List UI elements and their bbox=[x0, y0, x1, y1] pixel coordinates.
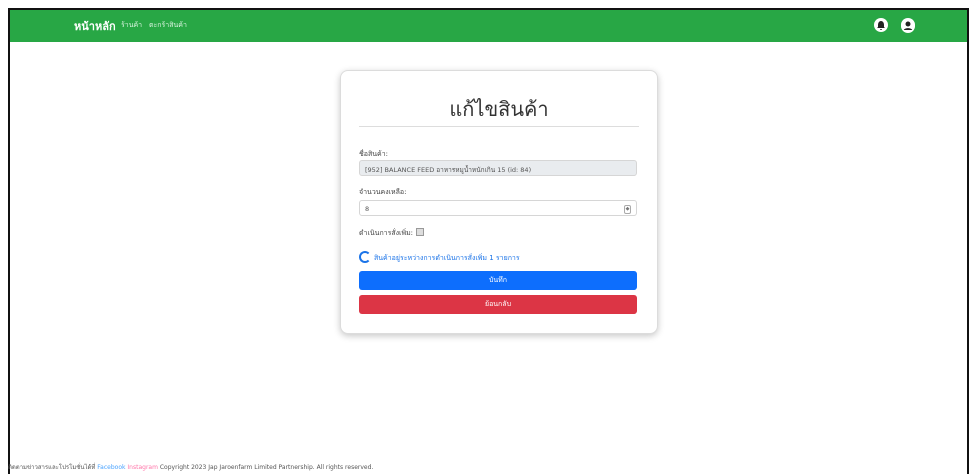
nav-shop-link[interactable]: ร้านค้า bbox=[121, 20, 142, 31]
back-button[interactable]: ย้อนกลับ bbox=[359, 295, 637, 314]
extra-order-checkbox[interactable] bbox=[416, 228, 425, 236]
edit-product-card: แก้ไขสินค้า ชื่อสินค้า: [952] BALANCE FE… bbox=[340, 70, 658, 334]
product-name-field: [952] BALANCE FEED อาหารหมูน้ำหนักเกิน 1… bbox=[359, 160, 637, 176]
product-label: ชื่อสินค้า: bbox=[359, 150, 388, 158]
footer-text: ติดตามข่าวสารและโปรโมชั่นได้ที่ bbox=[8, 464, 96, 471]
product-name-value: [952] BALANCE FEED อาหารหมูน้ำหนักเกิน 1… bbox=[365, 166, 532, 174]
quantity-value: 8 bbox=[365, 205, 370, 213]
home-link[interactable]: หน้าหลัก bbox=[74, 17, 116, 35]
extra-order-label: ดำเนินการสั่งเพิ่ม: bbox=[359, 228, 425, 239]
page-title: แก้ไขสินค้า bbox=[449, 97, 549, 121]
copyright-text: Copyright 2023 Jap Jaroenfarm Limited Pa… bbox=[159, 464, 374, 471]
quantity-stepper[interactable]: ◆ bbox=[624, 205, 631, 214]
pending-order-info: สินค้าอยู่ระหว่างการดำเนินการสั่งเพิ่ม 1… bbox=[359, 251, 520, 264]
refresh-icon bbox=[359, 251, 371, 263]
instagram-link[interactable]: Instagram bbox=[127, 464, 158, 471]
title-divider bbox=[359, 126, 639, 127]
quantity-field[interactable]: 8 ◆ bbox=[359, 200, 637, 216]
save-button[interactable]: บันทึก bbox=[359, 271, 637, 290]
navbar: หน้าหลัก ร้านค้า ตะกร้าสินค้า bbox=[10, 10, 967, 42]
facebook-link[interactable]: Facebook bbox=[97, 464, 125, 471]
footer: ติดตามข่าวสารและโปรโมชั่นได้ที่ Facebook… bbox=[8, 462, 969, 474]
user-icon[interactable] bbox=[901, 18, 915, 33]
quantity-label: จำนวนคงเหลือ: bbox=[359, 188, 407, 196]
bell-icon[interactable] bbox=[874, 18, 888, 32]
nav-cart-link[interactable]: ตะกร้าสินค้า bbox=[149, 20, 187, 31]
